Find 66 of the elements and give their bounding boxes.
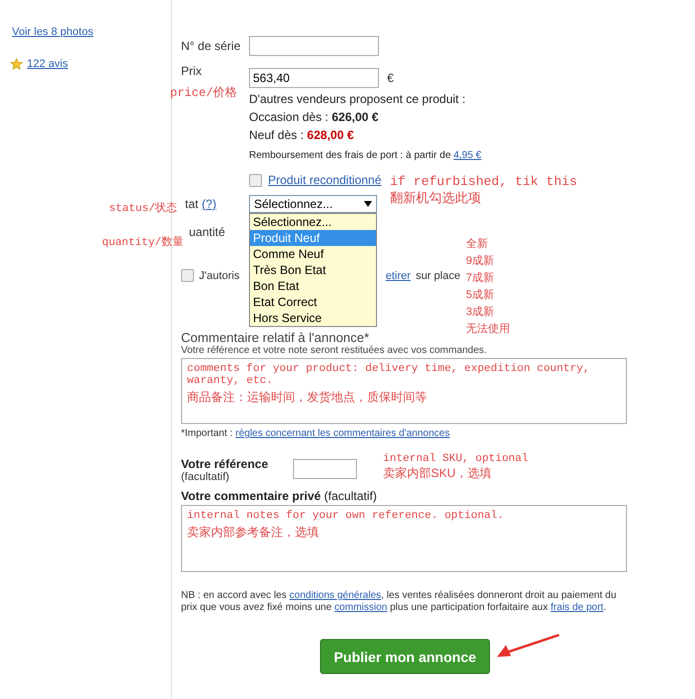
private-comment-label: Votre commentaire privé (facultatif) <box>181 489 378 503</box>
reference-label: Votre référence <box>181 457 270 471</box>
new-price-label: Neuf dès : <box>249 128 304 142</box>
used-price-label: Occasion dès : <box>249 110 328 124</box>
annotation-text: 5成新 <box>466 288 496 303</box>
terms-paragraph: NB : en accord avec les conditions générales, les ventes réalisées donneront droit au paiement du prix que vous avez fixé moins une commission plus une participation forfaitaire aux frais de port. <box>181 590 618 614</box>
shipping-refund-text: Remboursement des frais de port : à partir de <box>249 150 451 161</box>
annotation-text: 翻新机勾选此项 <box>390 189 482 207</box>
annotation-text: internal notes for your own reference. optional. <box>187 510 505 522</box>
terms-link[interactable]: commission <box>334 602 388 613</box>
rules-link[interactable]: règles concernant les commentaires d'annonces <box>235 428 450 439</box>
annotation-text: status/状态 <box>109 200 178 215</box>
refurbished-link[interactable]: Produit reconditionné <box>268 173 382 187</box>
pickup-link[interactable]: etirer <box>386 270 411 282</box>
ad-comment-note: Votre référence et votre note seront restituées avec vos commandes. <box>181 345 488 356</box>
annotation-text: quantity/数量 <box>102 235 184 249</box>
new-price: 628,00 € <box>307 128 354 142</box>
dropdown-option[interactable]: Bon Etat <box>250 278 376 294</box>
annotation-text: price/价格 <box>170 85 238 101</box>
pickup-text: sur place <box>416 270 460 282</box>
annotation-text: 卖家内部SKU，选填 <box>383 465 493 482</box>
annotation-text: 9成新 <box>466 254 496 269</box>
refurbished-checkbox[interactable] <box>249 174 262 186</box>
annotation-text: internal SKU, optional <box>383 453 528 465</box>
annotation-text: comments for your product: delivery time, expedition country, waranty, etc. <box>187 363 591 387</box>
condition-label: tat <box>185 197 198 211</box>
pickup-checkbox[interactable] <box>181 269 194 282</box>
star-icon <box>10 58 23 70</box>
ad-comment-label: Commentaire relatif à l'annonce* <box>181 330 370 345</box>
publish-button[interactable]: Publier mon annonce <box>320 639 490 674</box>
pickup-text: J'autoris <box>199 270 240 282</box>
annotation-text: 3成新 <box>466 304 496 320</box>
annotation-text: 全新 <box>466 236 489 252</box>
shipping-link[interactable]: 4,95 € <box>454 150 482 161</box>
important-note: *Important : <box>181 428 233 439</box>
serial-input-field[interactable] <box>249 36 379 56</box>
dropdown-option[interactable]: Comme Neuf <box>250 246 376 262</box>
annotation-text: 卖家内部参考备注，选填 <box>187 524 320 541</box>
terms-link[interactable]: conditions générales <box>289 590 382 601</box>
help-link[interactable]: (?) <box>202 197 216 211</box>
private-comment-field[interactable]: internal notes for your own reference. optional. 卖家内部参考备注，选填 <box>181 505 627 572</box>
arrow-annotation <box>496 634 560 660</box>
dropdown-option[interactable]: Etat Correct <box>250 294 376 310</box>
reference-input-field[interactable] <box>293 459 357 479</box>
dropdown-option[interactable]: Produit Neuf <box>250 230 376 246</box>
currency-symbol: € <box>387 71 394 85</box>
ad-comment-field[interactable]: comments for your product: delivery time, expedition country, waranty, etc. 商品备注：运输时间，发货地点，质保时间等 <box>181 358 627 424</box>
dropdown-option[interactable]: Très Bon Etat <box>250 262 376 278</box>
used-price: 626,00 € <box>332 110 378 124</box>
caret-icon <box>364 201 372 207</box>
dropdown-option[interactable]: Sélectionnez... <box>250 214 376 230</box>
annotation-text: 7成新 <box>466 270 496 286</box>
quantity-label: uantité <box>189 225 226 239</box>
annotation-text: 商品备注：运输时间，发货地点，质保时间等 <box>187 389 428 406</box>
dropdown-option[interactable]: Hors Service <box>250 310 376 326</box>
price-input-field[interactable]: 563,40 <box>249 68 379 88</box>
annotation-text: 无法使用 <box>466 322 510 337</box>
reference-hint: (facultatif) <box>181 471 230 483</box>
reviews-link[interactable]: 122 avis <box>27 58 68 70</box>
annotation-text: if refurbished, tik this <box>390 174 578 189</box>
offers-intro: D'autres vendeurs proposent ce produit : <box>249 92 466 106</box>
condition-dropdown[interactable]: Sélectionnez... <box>249 195 377 213</box>
terms-link[interactable]: frais de port <box>550 602 604 613</box>
serial-label: N° de série <box>181 39 242 53</box>
price-label: Prix <box>181 64 203 78</box>
photos-link[interactable]: Voir les 8 photos <box>12 26 94 38</box>
